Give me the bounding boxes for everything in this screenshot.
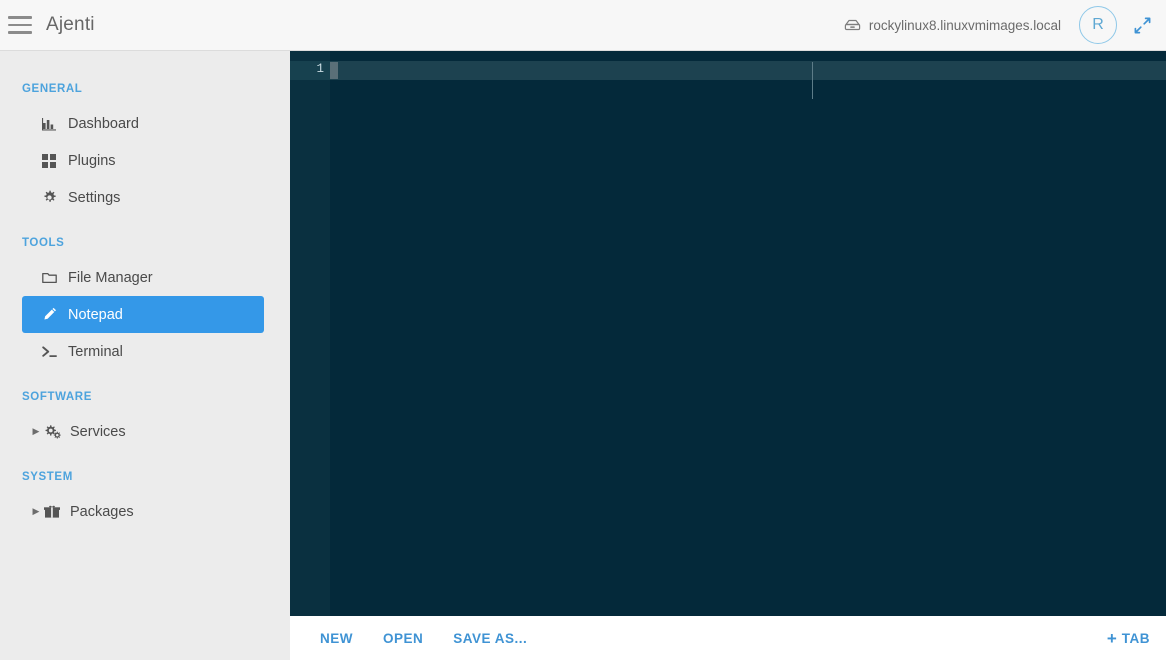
sidebar-item-terminal[interactable]: Terminal	[22, 333, 264, 370]
sidebar-item-file-manager[interactable]: File Manager	[22, 259, 264, 296]
ajenti-notepad-page: Ajenti rockylinux8.linuxvmimages.local R	[0, 0, 1166, 660]
sidebar-item-notepad[interactable]: Notepad	[22, 296, 264, 333]
sidebar: GENERAL Dashboard	[0, 51, 290, 660]
sidebar-item-label: File Manager	[68, 270, 153, 286]
avatar-initial: R	[1092, 16, 1104, 34]
sidebar-item-label: Terminal	[68, 344, 123, 360]
sidebar-item-label: Dashboard	[68, 116, 139, 132]
hostname-indicator[interactable]: rockylinux8.linuxvmimages.local	[844, 18, 1061, 33]
editor-gutter	[290, 51, 330, 616]
hostname-label: rockylinux8.linuxvmimages.local	[869, 18, 1061, 33]
sidebar-item-packages[interactable]: ▶ Packages	[22, 493, 264, 530]
sidebar-item-settings[interactable]: Settings	[22, 179, 264, 216]
header-right-group: rockylinux8.linuxvmimages.local R	[844, 6, 1166, 44]
sidebar-item-label: Packages	[70, 504, 134, 520]
cogs-icon	[44, 424, 70, 439]
chevron-right-icon[interactable]: ▶	[28, 426, 44, 437]
plus-icon: +	[1107, 630, 1117, 647]
gear-icon	[42, 190, 68, 205]
pencil-icon	[42, 307, 68, 322]
grid-icon	[42, 154, 68, 168]
editor-active-line	[290, 61, 1166, 80]
package-icon	[44, 505, 70, 519]
sidebar-item-dashboard[interactable]: Dashboard	[22, 105, 264, 142]
text-cursor	[330, 62, 338, 79]
folder-icon	[42, 271, 68, 284]
print-margin-guide	[812, 62, 813, 99]
chevron-right-icon[interactable]: ▶	[28, 506, 44, 517]
add-tab-button[interactable]: + TAB	[1107, 630, 1150, 647]
sidebar-item-label: Notepad	[68, 307, 123, 323]
open-button[interactable]: OPEN	[383, 631, 423, 646]
sidebar-item-label: Services	[70, 424, 126, 440]
avatar[interactable]: R	[1079, 6, 1117, 44]
sidebar-inner: GENERAL Dashboard	[0, 51, 290, 530]
server-icon	[844, 18, 861, 32]
add-tab-label: TAB	[1122, 631, 1150, 646]
sidebar-section-system: SYSTEM	[0, 459, 290, 493]
code-editor[interactable]: 1	[290, 51, 1166, 616]
line-number: 1	[290, 62, 324, 76]
sidebar-section-software: SOFTWARE	[0, 379, 290, 413]
sidebar-item-label: Plugins	[68, 153, 116, 169]
sidebar-section-general: GENERAL	[0, 71, 290, 105]
sidebar-item-plugins[interactable]: Plugins	[22, 142, 264, 179]
editor-toolbar: NEW OPEN SAVE AS... + TAB	[290, 616, 1166, 660]
sidebar-section-tools: TOOLS	[0, 225, 290, 259]
expand-arrows-icon[interactable]	[1133, 16, 1152, 35]
top-header: Ajenti rockylinux8.linuxvmimages.local R	[0, 0, 1166, 51]
save-as-button[interactable]: SAVE AS...	[453, 631, 527, 646]
new-button[interactable]: NEW	[320, 631, 353, 646]
terminal-icon	[42, 345, 68, 359]
chart-bar-icon	[42, 117, 68, 131]
sidebar-item-services[interactable]: ▶ Services	[22, 413, 264, 450]
sidebar-item-label: Settings	[68, 190, 120, 206]
hamburger-icon[interactable]	[8, 16, 32, 34]
app-brand-title[interactable]: Ajenti	[46, 14, 95, 36]
